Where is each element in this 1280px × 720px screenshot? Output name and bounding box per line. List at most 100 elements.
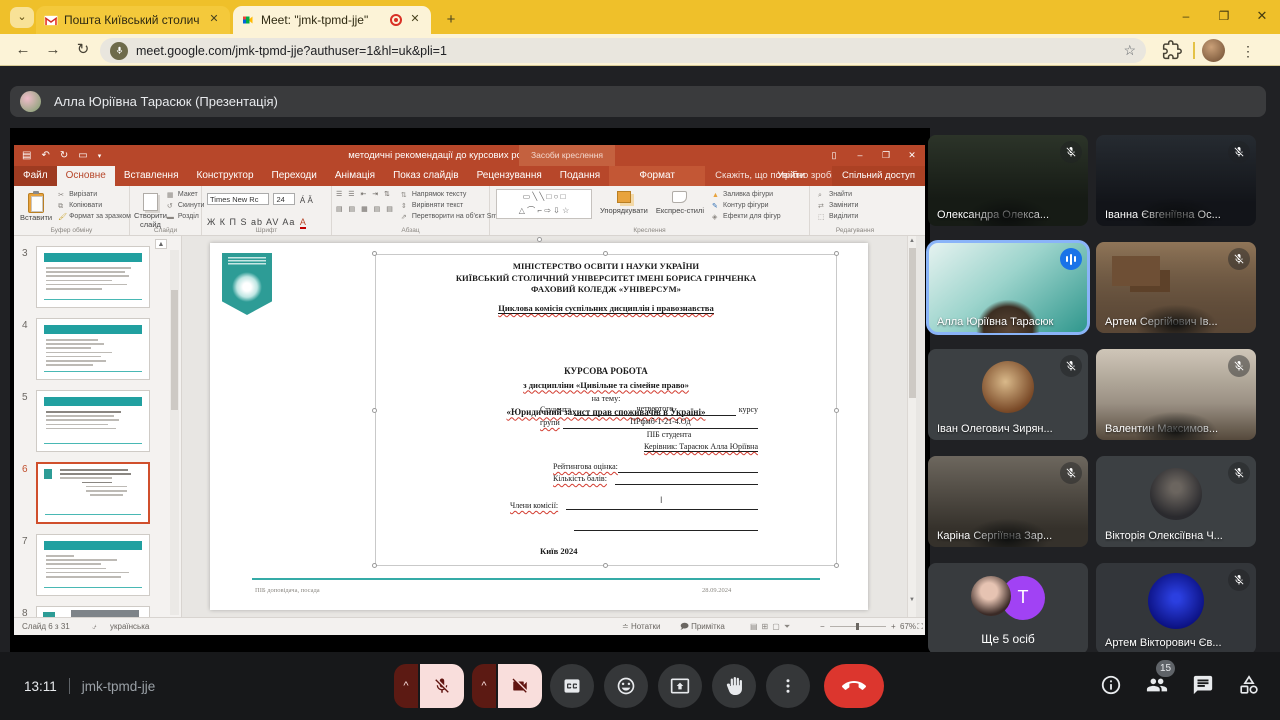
slide-thumbnail-4[interactable]	[36, 318, 150, 380]
alignment-buttons[interactable]: ▤ ▤ ▦ ▤ ▤	[336, 204, 395, 215]
comments-button[interactable]: 🗩 Примітка	[680, 618, 725, 635]
browser-menu-icon[interactable]: ⋮	[1238, 39, 1258, 63]
slide-thumbnail-5[interactable]	[36, 390, 150, 452]
cut-button[interactable]: ✂Вирізати	[58, 189, 131, 200]
back-button[interactable]: ←	[10, 38, 36, 62]
captions-button[interactable]	[550, 664, 594, 708]
ppt-tab-file[interactable]: Файл	[14, 166, 57, 186]
font-format-buttons[interactable]: Ж К П S ab AV Aa	[207, 217, 295, 227]
thumbnail-scrollbar[interactable]	[170, 250, 179, 615]
extensions-icon[interactable]	[1162, 40, 1184, 62]
spellcheck-icon[interactable]: ⍻	[92, 618, 96, 635]
ppt-restore-button[interactable]: ❐	[873, 145, 899, 166]
slide-thumbnail-7[interactable]	[36, 534, 150, 596]
participant-tile[interactable]: Артем Сергійович Ів...	[1096, 242, 1256, 333]
participant-tile[interactable]: Каріна Сергіївна Зар...	[928, 456, 1088, 547]
url-text[interactable]: meet.google.com/jmk-tpmd-jje?authuser=1&…	[136, 44, 1117, 58]
reset-button[interactable]: ↺Скинути	[167, 200, 205, 211]
ppt-tab-slideshow[interactable]: Показ слайдів	[384, 166, 468, 186]
shape-fill-button[interactable]: ▲Заливка фігури	[712, 189, 781, 200]
language-indicator[interactable]: українська	[110, 618, 149, 635]
tab-meet-close-icon[interactable]: ✕	[407, 12, 423, 28]
chat-panel-button[interactable]	[1192, 674, 1216, 698]
bookmark-star-icon[interactable]: ☆	[1123, 42, 1136, 59]
camera-off-button[interactable]	[498, 664, 542, 708]
shapes-gallery[interactable]: ▭ ╲ ╲ □ ○ □ △ ⌒ ⌐ ⇨ ⇩ ☆	[496, 189, 592, 219]
new-tab-button[interactable]: +	[440, 9, 462, 31]
ppt-tab-review[interactable]: Рецензування	[468, 166, 551, 186]
address-bar[interactable]: meet.google.com/jmk-tpmd-jje?authuser=1&…	[100, 38, 1146, 63]
raise-hand-button[interactable]	[712, 664, 756, 708]
ppt-share-button[interactable]: Спільний доступ	[832, 166, 925, 186]
font-size-select[interactable]: 24	[273, 193, 295, 205]
zoom-slider[interactable]	[830, 626, 886, 627]
present-button[interactable]	[658, 664, 702, 708]
ppt-minimize-button[interactable]: –	[847, 145, 873, 166]
view-buttons[interactable]: ▤⊞▢⏷	[750, 618, 794, 635]
scroll-down-icon[interactable]: ▼	[908, 597, 916, 603]
tab-gmail[interactable]: Пошта Київський столичний у ✕	[36, 6, 230, 34]
thumb-collapse-icon[interactable]: ▲	[155, 239, 167, 249]
slide-thumbnail-6-selected[interactable]	[36, 462, 150, 524]
forward-button[interactable]: →	[40, 38, 66, 62]
slide-thumbnail-8[interactable]	[36, 606, 150, 617]
shape-effects-button[interactable]: ◈Ефекти для фігур	[712, 211, 781, 222]
more-options-button[interactable]	[766, 664, 810, 708]
fit-slide-icon[interactable]: ⛶	[917, 618, 923, 635]
quick-styles-button[interactable]: Експрес-стилі	[656, 186, 704, 215]
format-painter-button[interactable]: 🖌Формат за зразком	[58, 211, 131, 222]
people-panel-button[interactable]: 15	[1146, 674, 1170, 698]
paste-button[interactable]: Вставити	[20, 189, 52, 222]
layout-button[interactable]: ▦Макет	[167, 189, 205, 200]
ppt-tab-animations[interactable]: Анімація	[326, 166, 384, 186]
slide-6[interactable]: МІНІСТЕРСТВО ОСВІТИ І НАУКИ УКРАЇНИ КИЇВ…	[210, 243, 868, 610]
select-button[interactable]: ⬚Виділити	[818, 211, 900, 222]
arrange-button[interactable]: Упорядкувати	[600, 186, 648, 215]
slide-thumbnail-3[interactable]	[36, 246, 150, 308]
end-call-button[interactable]	[824, 664, 884, 708]
participant-tile[interactable]: Іван Олегович Зирян...	[928, 349, 1088, 440]
ppt-sign-in[interactable]: Увійти	[777, 166, 805, 186]
zoom-out-icon[interactable]: −	[820, 618, 825, 635]
participant-tile[interactable]: Артем Вікторович Єв...	[1096, 563, 1256, 654]
font-name-select[interactable]: Times New Rc	[207, 193, 269, 205]
ppt-tab-transitions[interactable]: Переходи	[263, 166, 326, 186]
scroll-up-icon[interactable]: ▲	[908, 236, 916, 246]
participant-tile[interactable]: Іванна Євгеніївна Ос...	[1096, 135, 1256, 226]
ppt-close-button[interactable]: ✕	[899, 145, 925, 166]
ppt-tab-design[interactable]: Конструктор	[188, 166, 263, 186]
canvas-scrollbar[interactable]: ▲ ▼	[907, 236, 916, 617]
list-indent-buttons[interactable]: ☰ ☰ ⇤ ⇥ ⇅	[336, 189, 395, 200]
notes-button[interactable]: ≐ Нотатки	[622, 618, 660, 635]
slide-thumbnail-panel[interactable]: ▲ 3 4 5	[14, 236, 182, 617]
profile-avatar[interactable]	[1202, 39, 1225, 62]
zoom-level[interactable]: 67%	[900, 618, 916, 635]
tab-gmail-close-icon[interactable]: ✕	[206, 12, 222, 28]
camera-options-chevron-icon[interactable]: ^	[472, 664, 496, 708]
meeting-details-button[interactable]	[1100, 674, 1124, 698]
ppt-tab-home[interactable]: Основне	[57, 166, 115, 186]
more-participants-tile[interactable]: T Ще 5 осіб	[928, 563, 1088, 654]
mic-options-chevron-icon[interactable]: ^	[394, 664, 418, 708]
participant-tile[interactable]: Вікторія Олексіївна Ч...	[1096, 456, 1256, 547]
replace-button[interactable]: ⇄Замінити	[818, 200, 900, 211]
ppt-tab-insert[interactable]: Вставлення	[115, 166, 188, 186]
grow-shrink-font-icons[interactable]: А́ А̌	[300, 196, 313, 205]
zoom-in-icon[interactable]: +	[891, 618, 896, 635]
ppt-tab-view[interactable]: Подання	[551, 166, 609, 186]
window-minimize-button[interactable]: –	[1166, 0, 1206, 34]
tab-search-chevron-icon[interactable]: ⌄	[10, 7, 34, 28]
window-close-button[interactable]: ✕	[1242, 0, 1280, 34]
find-button[interactable]: ⌕Знайти	[818, 189, 900, 200]
activities-button[interactable]	[1238, 674, 1262, 698]
reload-button[interactable]: ↻	[70, 38, 96, 62]
participant-tile[interactable]: Валентин Максимов...	[1096, 349, 1256, 440]
window-maximize-button[interactable]: ❐	[1204, 0, 1244, 34]
copy-button[interactable]: ⧉Копіювати	[58, 200, 131, 211]
ppt-ribbon-options-icon[interactable]: ▯	[821, 145, 847, 166]
reactions-button[interactable]	[604, 664, 648, 708]
participant-tile-speaking[interactable]: Алла Юріївна Тарасюк	[928, 242, 1088, 333]
ppt-tab-format[interactable]: Формат	[609, 166, 705, 186]
new-slide-button[interactable]: Створити слайд	[134, 189, 167, 229]
section-button[interactable]: ▬Розділ	[167, 211, 205, 222]
